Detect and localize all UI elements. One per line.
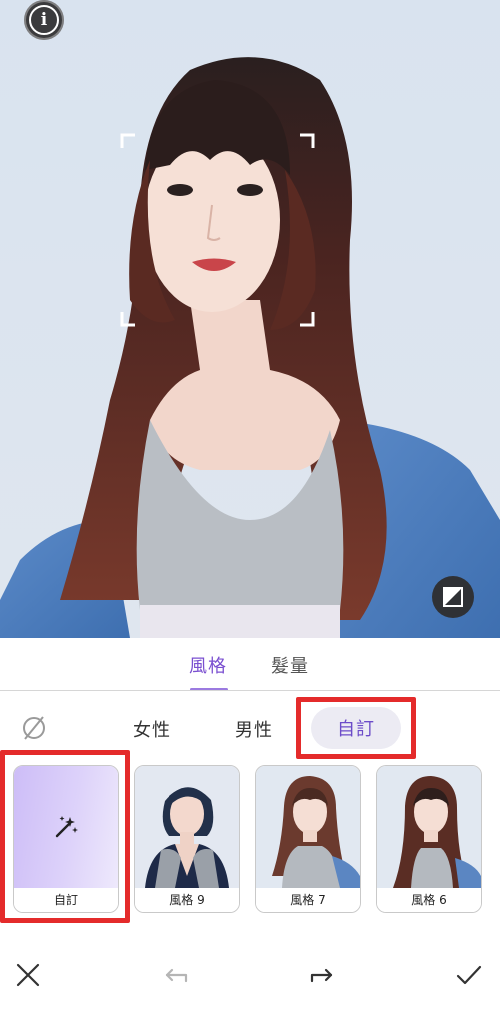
divider bbox=[0, 690, 500, 691]
info-button[interactable]: i bbox=[24, 0, 64, 40]
style-card-6[interactable]: 風格 6 bbox=[376, 765, 482, 913]
compare-icon bbox=[443, 587, 463, 607]
tab-style[interactable]: 風格 bbox=[189, 652, 227, 678]
category-female[interactable]: 女性 bbox=[133, 716, 171, 742]
redo-icon[interactable] bbox=[304, 957, 340, 993]
photo-canvas[interactable]: i bbox=[0, 0, 500, 638]
style-9-thumbnail bbox=[135, 766, 239, 888]
style-card-9[interactable]: 風格 9 bbox=[134, 765, 240, 913]
checkmark-icon[interactable] bbox=[451, 957, 487, 993]
undo-icon[interactable] bbox=[158, 957, 194, 993]
no-style-icon[interactable] bbox=[20, 714, 48, 742]
bottom-toolbar bbox=[0, 945, 500, 1005]
category-row: 女性 男性 自訂 bbox=[0, 700, 500, 756]
portrait-photo bbox=[0, 0, 500, 638]
style-7-thumbnail bbox=[256, 766, 360, 888]
style-card-7[interactable]: 風格 7 bbox=[255, 765, 361, 913]
close-icon[interactable] bbox=[10, 957, 46, 993]
feature-tabs: 風格 髮量 bbox=[0, 638, 500, 692]
style-label: 風格 7 bbox=[256, 888, 360, 912]
highlight-box-category bbox=[296, 697, 416, 759]
category-male[interactable]: 男性 bbox=[235, 716, 273, 742]
tab-hair-volume[interactable]: 髮量 bbox=[271, 652, 309, 678]
highlight-box-custom-card bbox=[0, 750, 130, 923]
style-label: 風格 9 bbox=[135, 888, 239, 912]
style-label: 風格 6 bbox=[377, 888, 481, 912]
info-icon: i bbox=[29, 5, 59, 35]
compare-button[interactable] bbox=[432, 576, 474, 618]
style-6-thumbnail bbox=[377, 766, 481, 888]
